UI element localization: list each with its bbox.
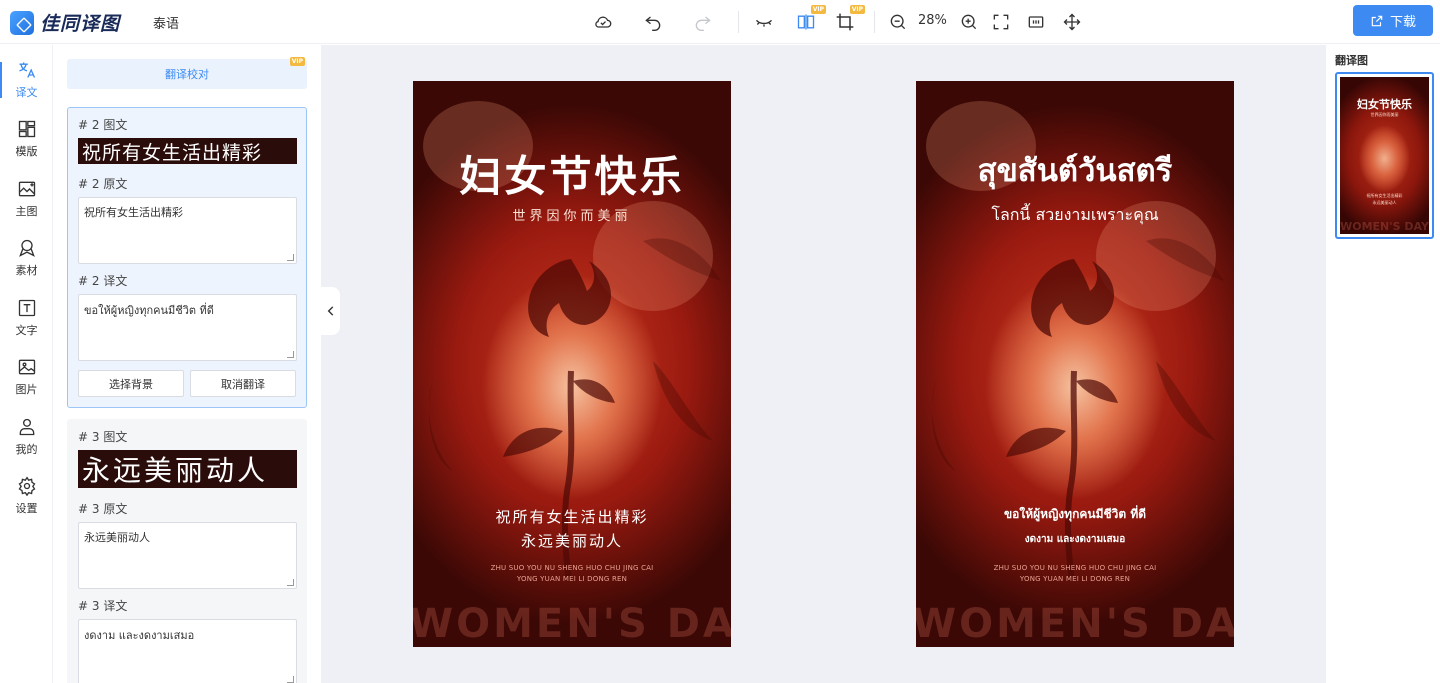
- chevron-left-icon: [327, 306, 333, 316]
- poster-title[interactable]: 妇女节快乐: [413, 143, 731, 204]
- editor-canvas: 妇女节快乐 世界因你而美丽 祝所有女生活出精彩 永远美丽动人 ZHU SUO Y…: [321, 45, 1326, 683]
- translation-card[interactable]: # 3 图文 永远美丽动人 # 3 原文 永远美丽动人 # 3 译文 งดงาม…: [67, 419, 307, 683]
- source-text-label: # 3 原文: [78, 502, 128, 516]
- poster-line-2[interactable]: 永远美丽动人: [413, 530, 731, 551]
- poster-watermark: WOMEN'S DAY: [413, 601, 731, 647]
- collapse-panel-button[interactable]: [321, 287, 340, 335]
- rail-item-label: 图片: [15, 383, 38, 396]
- left-rail: 译文 模版 主图 素材 文字 图片 我的 设置: [0, 45, 53, 683]
- original-poster[interactable]: 妇女节快乐 世界因你而美丽 祝所有女生活出精彩 永远美丽动人 ZHU SUO Y…: [413, 81, 731, 647]
- rail-item-label: 主图: [15, 205, 38, 218]
- rail-item-text[interactable]: 文字: [0, 298, 53, 348]
- rail-item-main-image[interactable]: 主图: [0, 179, 53, 229]
- toolbar-divider: [874, 11, 875, 33]
- rail-item-mine[interactable]: 我的: [0, 417, 53, 467]
- poster-pinyin-1: ZHU SUO YOU NU SHENG HUO CHU JING CAI: [490, 564, 654, 572]
- redo-icon[interactable]: [689, 8, 717, 36]
- proofread-button[interactable]: 翻译校对 VIP: [67, 57, 307, 89]
- thumbnail-image: 妇女节快乐 世界因你而美丽 祝所有女生活出精彩 永远美丽动人 WOMEN'S D…: [1340, 77, 1429, 234]
- proofread-label: 翻译校对: [165, 68, 209, 81]
- undo-icon[interactable]: [639, 8, 667, 36]
- text-icon: [18, 299, 35, 317]
- rail-item-label: 我的: [15, 443, 38, 456]
- source-text-label: # 2 原文: [78, 177, 128, 191]
- rail-item-material[interactable]: 素材: [0, 238, 53, 288]
- poster-line-1[interactable]: ขอให้ผู้หญิงทุกคนมีชีวิต ที่ดี: [916, 505, 1234, 524]
- thumbnail-title: 妇女节快乐: [1357, 98, 1412, 111]
- cloud-save-icon[interactable]: [589, 8, 617, 36]
- download-button[interactable]: 下载: [1353, 5, 1433, 36]
- image-text-label: # 3 图文: [78, 430, 128, 444]
- translate-icon: [18, 62, 35, 78]
- poster-subtitle[interactable]: โลกนี้ สวยงามเพราะคุณ: [916, 203, 1234, 228]
- image-text-crop: 祝所有女生活出精彩: [78, 138, 297, 164]
- thumbnail-panel: 翻译图 妇女节快乐 世界因你而美丽 祝所有女生活出精彩 永远美丽动人 WOMEN…: [1327, 45, 1440, 683]
- thumbnail-line-2: 永远美丽动人: [1372, 200, 1397, 205]
- image-text-label: # 2 图文: [78, 118, 128, 132]
- cancel-translation-button[interactable]: 取消翻译: [190, 370, 296, 397]
- zoom-level: 28%: [918, 13, 947, 28]
- translation-panel: 翻译校对 VIP # 2 图文 祝所有女生活出精彩 # 2 原文 祝所有女生活出…: [54, 45, 320, 683]
- fit-screen-icon[interactable]: [1022, 8, 1050, 36]
- thumbnail-item[interactable]: 妇女节快乐 世界因你而美丽 祝所有女生活出精彩 永远美丽动人 WOMEN'S D…: [1335, 72, 1434, 239]
- target-textarea[interactable]: งดงาม และงดงามเสมอ: [78, 619, 297, 683]
- rail-item-label: 文字: [15, 324, 38, 337]
- logo-text: 佳同译图: [40, 13, 121, 35]
- hide-original-icon[interactable]: [750, 8, 778, 36]
- zoom-in-icon[interactable]: [955, 8, 983, 36]
- source-textarea[interactable]: 祝所有女生活出精彩: [78, 197, 297, 264]
- vip-badge: VIP: [849, 5, 865, 14]
- poster-pinyin-1: ZHU SUO YOU NU SHENG HUO CHU JING CAI: [993, 564, 1157, 572]
- user-icon: [19, 418, 34, 436]
- template-icon: [18, 120, 35, 138]
- poster-line-2[interactable]: งดงาม และงดงามเสมอ: [916, 532, 1234, 547]
- poster-pinyin-2: YONG YUAN MEI LI DONG REN: [516, 575, 628, 583]
- target-textarea[interactable]: ขอให้ผู้หญิงทุกคนมีชีวิต ที่ดี: [78, 294, 297, 361]
- vip-badge: VIP: [810, 5, 826, 14]
- settings-icon: [18, 476, 35, 496]
- target-text-label: # 3 译文: [78, 599, 128, 613]
- app-logo[interactable]: 佳同译图: [10, 9, 120, 36]
- source-textarea[interactable]: 永远美丽动人: [78, 522, 297, 589]
- fullscreen-icon[interactable]: [987, 8, 1015, 36]
- thumbnail-watermark: WOMEN'S DAY: [1340, 220, 1429, 233]
- poster-title[interactable]: สุขสันต์วันสตรี: [916, 145, 1234, 195]
- translation-card[interactable]: # 2 图文 祝所有女生活出精彩 # 2 原文 祝所有女生活出精彩 # 2 译文…: [67, 107, 307, 408]
- thumbnail-line-1: 祝所有女生活出精彩: [1366, 193, 1403, 198]
- picture-icon: [18, 359, 35, 375]
- rail-item-label: 素材: [15, 264, 38, 277]
- poster-pinyin-2: YONG YUAN MEI LI DONG REN: [1019, 575, 1131, 583]
- download-label: 下载: [1389, 15, 1416, 30]
- poster-watermark: WOMEN'S DAY: [916, 601, 1234, 647]
- poster-line-1[interactable]: 祝所有女生活出精彩: [413, 506, 731, 527]
- main-image-icon: [18, 181, 35, 197]
- rail-item-template[interactable]: 模版: [0, 119, 53, 169]
- select-background-button[interactable]: 选择背景: [78, 370, 184, 397]
- translated-poster[interactable]: สุขสันต์วันสตรี โลกนี้ สวยงามเพราะคุณ ขอ…: [916, 81, 1234, 647]
- thumbnail-panel-title: 翻译图: [1335, 54, 1368, 67]
- thumbnail-subtitle: 世界因你而美丽: [1370, 112, 1399, 117]
- image-text-crop: 永远美丽动人: [78, 450, 297, 488]
- target-text-label: # 2 译文: [78, 274, 128, 288]
- material-icon: [18, 239, 35, 257]
- rail-item-label: 模版: [15, 145, 38, 158]
- export-icon: [1371, 15, 1383, 26]
- rail-item-translation[interactable]: 译文: [0, 60, 53, 110]
- vip-badge: VIP: [289, 57, 305, 66]
- rail-item-settings[interactable]: 设置: [0, 476, 53, 526]
- move-icon[interactable]: [1058, 8, 1086, 36]
- target-language-label[interactable]: 泰语: [153, 13, 179, 32]
- top-bar: 佳同译图 泰语 VIP VIP 28% 下载: [0, 0, 1440, 44]
- rail-item-picture[interactable]: 图片: [0, 357, 53, 407]
- logo-icon: [10, 10, 34, 35]
- poster-subtitle[interactable]: 世界因你而美丽: [413, 205, 731, 224]
- compare-view-icon[interactable]: VIP: [792, 5, 826, 36]
- zoom-out-icon[interactable]: [884, 8, 912, 36]
- toolbar-divider: [738, 11, 739, 33]
- rail-item-label: 设置: [15, 502, 38, 515]
- crop-icon[interactable]: VIP: [831, 5, 865, 36]
- rail-item-label: 译文: [15, 86, 38, 99]
